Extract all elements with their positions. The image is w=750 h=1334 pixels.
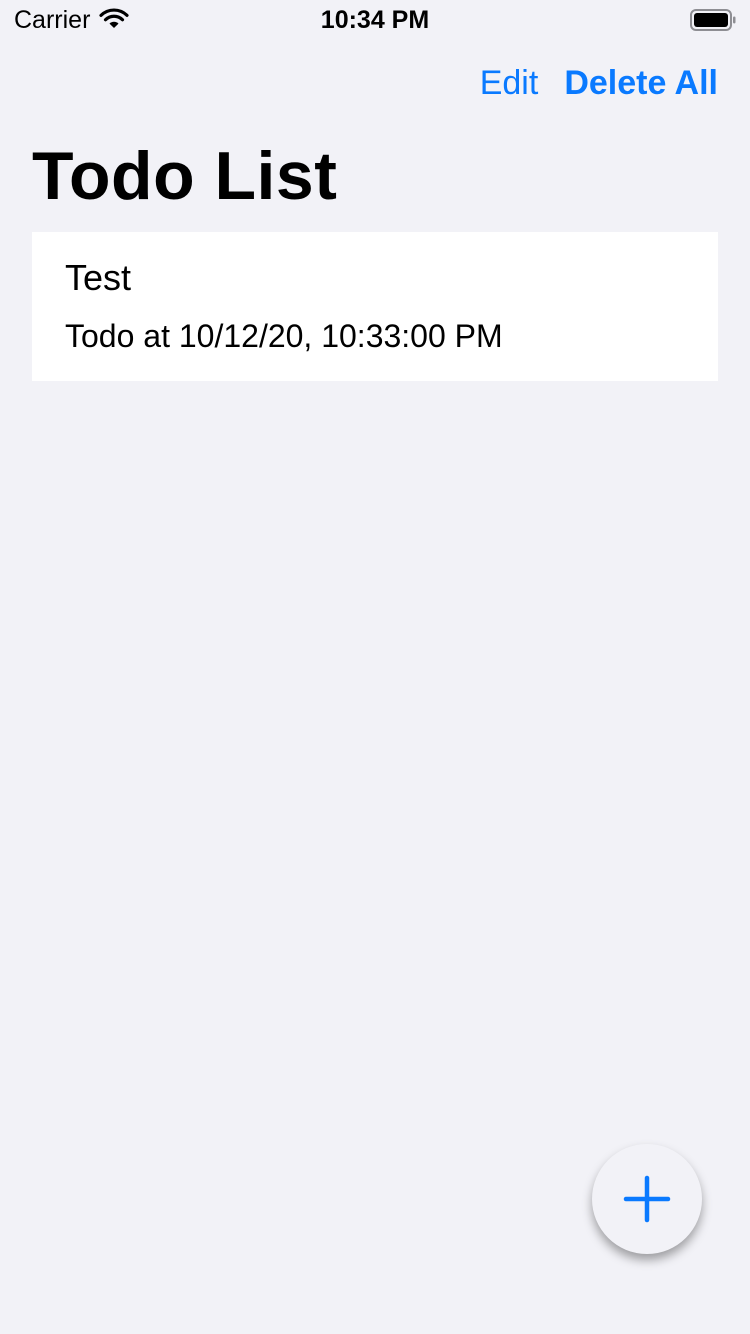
add-todo-button[interactable] <box>592 1144 702 1254</box>
todo-title: Test <box>65 257 132 298</box>
list-item[interactable]: Test Todo at 10/12/20, 10:33:00 PM <box>32 232 718 381</box>
delete-all-button[interactable]: Delete All <box>564 62 718 104</box>
status-bar: Carrier 10:34 PM <box>0 0 750 40</box>
battery-full-icon <box>690 9 736 31</box>
screen: Carrier 10:34 PM Edit Delete All Todo Li… <box>0 0 750 1334</box>
todo-subtitle: Todo at 10/12/20, 10:33:00 PM <box>65 318 503 354</box>
status-time: 10:34 PM <box>320 6 430 34</box>
nav-actions: Edit Delete All <box>480 62 718 104</box>
todo-list: Test Todo at 10/12/20, 10:33:00 PM <box>32 232 718 381</box>
edit-button[interactable]: Edit <box>480 62 539 104</box>
page-title: Todo List <box>32 138 338 214</box>
plus-icon <box>623 1175 671 1223</box>
